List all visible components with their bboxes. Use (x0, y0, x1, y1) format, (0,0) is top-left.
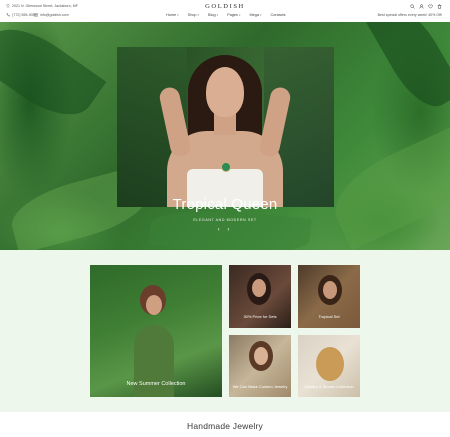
emerald-pendant (221, 162, 231, 172)
hero-image (117, 47, 334, 207)
search-icon[interactable] (410, 4, 415, 9)
collections-grid: New Summer Collection 30% Price for Sets… (0, 250, 450, 412)
hero-subtitle: ELEGANT AND MODERN SET (193, 218, 257, 222)
nav-item-contacts[interactable]: Contacts (270, 13, 285, 17)
phone-text: (772) 555-9054 (12, 13, 37, 17)
nav-item-blog[interactable]: Blog ▾ (208, 13, 218, 17)
hero-title: Tropical Queen (172, 196, 278, 213)
collection-tile-tropical[interactable]: Tropical Set (298, 265, 360, 328)
chevron-down-icon: ▾ (197, 13, 200, 17)
nav-label: Pages (227, 13, 238, 17)
nav-item-mega[interactable]: Mega ▾ (249, 13, 261, 17)
nav-label: Contacts (270, 13, 286, 17)
model-face (254, 347, 268, 365)
nav-label: Shop (187, 13, 197, 17)
nav-item-pages[interactable]: Pages ▾ (227, 13, 240, 17)
next-arrow-icon[interactable]: › (227, 227, 232, 233)
leaf-decoration (0, 22, 107, 131)
model-face (252, 279, 266, 297)
model-face (323, 281, 337, 299)
nav-label: Home (166, 13, 177, 17)
collection-label: New Summer Collection (126, 381, 186, 387)
mail-icon (34, 13, 38, 17)
user-icon[interactable] (419, 4, 424, 9)
collection-label: Jewelry & Stones Collection (304, 384, 354, 389)
slider-arrows: ‹ › (0, 227, 450, 233)
leaf-decoration (365, 22, 450, 118)
nav-label: Blog (208, 13, 216, 17)
hero-slider: Tropical Queen ELEGANT AND MODERN SET ‹ … (0, 22, 450, 250)
collection-label: We Can Make Custom Jewelry (232, 384, 288, 389)
header-phone[interactable]: (772) 555-9054 (6, 13, 37, 17)
chevron-down-icon: ▾ (259, 13, 262, 17)
collection-tile-sets[interactable]: 30% Price for Sets (229, 265, 291, 328)
promo-text: Best special offers every week! 40% Off! (377, 13, 442, 17)
header-icons (410, 4, 442, 9)
main-nav: Home ▾ Shop ▾ Blog ▾ Pages ▾ Mega ▾ Contacts (166, 13, 285, 17)
section-title: Handmade Jewelry (187, 421, 263, 431)
collection-tile-stones[interactable]: Jewelry & Stones Collection (298, 335, 360, 397)
collection-label: Tropical Set (318, 314, 340, 319)
header-email[interactable]: info@goldish.com (34, 13, 69, 17)
nav-item-shop[interactable]: Shop ▾ (188, 13, 199, 17)
chevron-down-icon: ▾ (238, 13, 241, 17)
jewelry-stones (316, 347, 344, 381)
nav-label: Mega (249, 13, 259, 17)
model-face (206, 67, 244, 117)
heart-icon[interactable] (428, 4, 433, 9)
site-header: 2021 N. Glenwood Street, Jacksboro, MF (… (0, 0, 450, 22)
chevron-down-icon: ▾ (177, 13, 179, 17)
collection-label: 30% Price for Sets (243, 314, 277, 319)
model-face (146, 295, 162, 315)
email-text: info@goldish.com (40, 13, 69, 17)
collection-tile-summer[interactable]: New Summer Collection (90, 265, 222, 397)
phone-icon (6, 13, 10, 17)
cart-icon[interactable] (437, 4, 442, 9)
chevron-down-icon: ▾ (216, 13, 219, 17)
site-logo[interactable]: GOLDISH (0, 3, 450, 10)
prev-arrow-icon[interactable]: ‹ (218, 227, 223, 233)
collection-tile-custom[interactable]: We Can Make Custom Jewelry (229, 335, 291, 397)
nav-item-home[interactable]: Home ▾ (166, 13, 179, 17)
